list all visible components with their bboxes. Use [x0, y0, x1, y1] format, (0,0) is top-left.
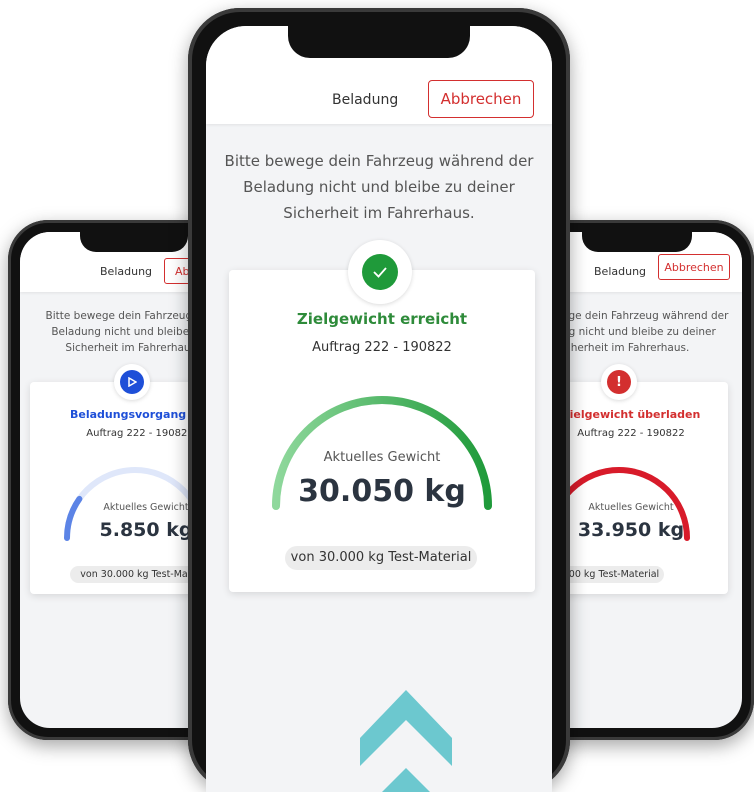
right-notch — [582, 232, 692, 252]
center-notch — [288, 26, 470, 58]
right-status-badge: ! — [601, 364, 637, 400]
right-header-title: Beladung — [594, 265, 647, 278]
center-target-pill: von 30.000 kg Test-Material — [285, 546, 477, 570]
left-header-title: Beladung — [100, 265, 153, 278]
left-notch — [80, 232, 188, 252]
center-instruction-line: Beladung nicht und bleibe zu deiner — [243, 178, 515, 196]
center-card: Zielgewicht erreicht Auftrag 222 - 19082… — [229, 240, 535, 592]
center-cancel-button[interactable]: Abbrechen — [428, 80, 534, 118]
center-order-number: Auftrag 222 - 190822 — [312, 340, 452, 355]
center-instruction-line: Sicherheit im Fahrerhaus. — [283, 204, 475, 222]
right-instruction-line: ege dein Fahrzeug während der — [562, 310, 729, 322]
right-cancel-button[interactable]: Abbrechen — [658, 254, 730, 280]
exclamation-icon: ! — [607, 370, 631, 394]
right-instruction-line: icherheit im Fahrerhaus. — [562, 342, 690, 354]
check-icon — [362, 254, 398, 290]
center-header-title: Beladung — [332, 92, 399, 108]
center-phone: Beladung Abbrechen Bitte bewege dein Fah… — [188, 8, 570, 792]
play-icon — [120, 370, 144, 394]
left-status-badge — [114, 364, 150, 400]
center-status-badge — [348, 240, 412, 304]
center-screen: Beladung Abbrechen Bitte bewege dein Fah… — [206, 26, 552, 792]
chevron-up-icon — [360, 690, 452, 792]
center-instructions: Bitte bewege dein Fahrzeug während der B… — [206, 148, 552, 226]
center-weight-value: 30.050 kg — [298, 474, 466, 509]
center-instruction-line: Bitte bewege dein Fahrzeug während der — [224, 152, 534, 170]
right-instruction-line: ng nicht und bleibe zu deiner — [562, 326, 716, 338]
center-status-text: Zielgewicht erreicht — [296, 310, 468, 328]
center-gauge-label: Aktuelles Gewicht — [323, 450, 441, 465]
